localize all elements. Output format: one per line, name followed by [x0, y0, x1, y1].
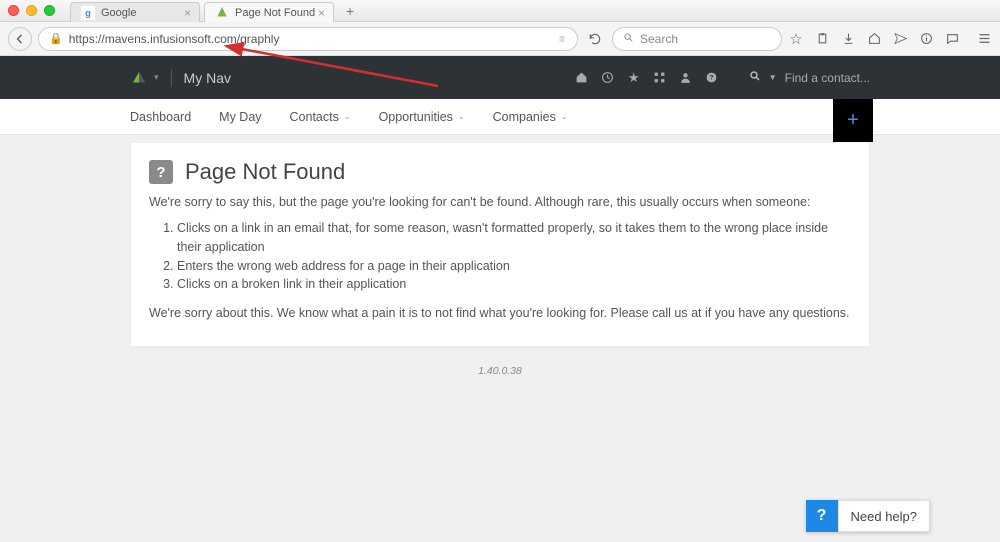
intro-text: We're sorry to say this, but the page yo…: [149, 195, 851, 209]
url-text: https://mavens.infusionsoft.com/graphly: [69, 32, 557, 46]
maximize-window[interactable]: [44, 5, 55, 16]
back-button[interactable]: [8, 27, 32, 51]
logo-icon: [130, 69, 148, 87]
reader-mode-icon[interactable]: [557, 34, 567, 44]
subnav-myday[interactable]: My Day: [219, 110, 261, 124]
chevron-down-icon: ▾: [154, 72, 159, 83]
svg-text:g: g: [85, 7, 91, 17]
content-area: ? Page Not Found We're sorry to say this…: [0, 135, 1000, 377]
subnav-dashboard[interactable]: Dashboard: [130, 110, 191, 124]
tab-title: Google: [101, 7, 184, 19]
browser-tab-google[interactable]: g Google ×: [70, 2, 200, 22]
subnav-opportunities[interactable]: Opportunities ⌄: [379, 110, 465, 124]
subnav-label: Dashboard: [130, 110, 191, 124]
send-icon[interactable]: [892, 30, 908, 48]
help-icon[interactable]: ?: [705, 70, 719, 86]
browser-toolbar: 🔒 https://mavens.infusionsoft.com/graphl…: [0, 22, 1000, 56]
subnav-companies[interactable]: Companies ⌄: [493, 110, 568, 124]
subnav-label: Companies: [493, 110, 556, 124]
clock-icon[interactable]: [601, 70, 615, 86]
menu-icon[interactable]: [976, 30, 992, 48]
star-icon[interactable]: ☆: [788, 30, 804, 48]
close-tab-icon[interactable]: ×: [318, 6, 325, 20]
chevron-down-icon: ⌄: [561, 112, 568, 121]
reasons-list: Clicks on a link in an email that, for s…: [177, 219, 851, 294]
download-icon[interactable]: [840, 30, 856, 48]
subnav-label: Opportunities: [379, 110, 453, 124]
divider: [171, 69, 172, 87]
home-icon[interactable]: [575, 70, 589, 86]
subnav-label: My Day: [219, 110, 261, 124]
browser-tab-active[interactable]: Page Not Found ×: [204, 2, 334, 22]
subnav-label: Contacts: [290, 110, 339, 124]
tab-title: Page Not Found: [235, 7, 318, 19]
search-placeholder: Search: [640, 32, 678, 46]
need-help-widget[interactable]: ? Need help?: [806, 500, 931, 532]
star-icon[interactable]: ★: [627, 70, 641, 86]
help-icon: ?: [806, 500, 838, 532]
user-icon[interactable]: [679, 70, 693, 86]
refresh-button[interactable]: [584, 28, 606, 50]
app-logo[interactable]: ▾ My Nav: [130, 69, 231, 87]
question-icon: ?: [149, 160, 173, 184]
tab-bar: g Google × Page Not Found × +: [70, 0, 1000, 22]
close-window[interactable]: [8, 5, 19, 16]
version-label: 1.40.0.38: [130, 365, 870, 377]
need-help-label: Need help?: [838, 500, 931, 532]
chevron-down-icon: ⌄: [458, 112, 465, 121]
add-button[interactable]: +: [833, 99, 873, 142]
infusionsoft-favicon: [215, 6, 229, 20]
list-item: Clicks on a broken link in their applica…: [177, 275, 851, 294]
find-contact-search[interactable]: ▼ Find a contact...: [749, 70, 870, 85]
app-header: ▾ My Nav ★ ?: [0, 56, 1000, 99]
minimize-window[interactable]: [26, 5, 37, 16]
chat-icon[interactable]: [944, 30, 960, 48]
new-tab-button[interactable]: +: [338, 3, 362, 19]
url-input[interactable]: 🔒 https://mavens.infusionsoft.com/graphl…: [38, 27, 578, 51]
chevron-down-icon: ▼: [769, 73, 777, 82]
info-icon[interactable]: [918, 30, 934, 48]
subnav-contacts[interactable]: Contacts ⌄: [290, 110, 351, 124]
search-icon: [749, 70, 761, 85]
google-favicon: g: [81, 6, 95, 20]
apps-icon[interactable]: [653, 70, 667, 86]
page-content: ? Page Not Found We're sorry to say this…: [130, 143, 870, 347]
header-icons: ★ ?: [575, 70, 719, 86]
clipboard-icon[interactable]: [814, 30, 830, 48]
svg-text:?: ?: [710, 75, 714, 82]
close-tab-icon[interactable]: ×: [184, 6, 191, 20]
lock-icon: 🔒: [49, 32, 63, 45]
chevron-down-icon: ⌄: [344, 112, 351, 121]
apology-text: We're sorry about this. We know what a p…: [149, 306, 851, 320]
search-input[interactable]: Search: [612, 27, 782, 51]
search-icon: [623, 32, 634, 46]
home-icon[interactable]: [866, 30, 882, 48]
list-item: Clicks on a link in an email that, for s…: [177, 219, 851, 257]
traffic-lights: [8, 5, 55, 16]
browser-toolbar-icons: ☆: [788, 30, 992, 48]
nav-label: My Nav: [184, 70, 231, 86]
find-placeholder: Find a contact...: [785, 71, 870, 85]
page-title: Page Not Found: [185, 159, 345, 185]
list-item: Enters the wrong web address for a page …: [177, 257, 851, 276]
